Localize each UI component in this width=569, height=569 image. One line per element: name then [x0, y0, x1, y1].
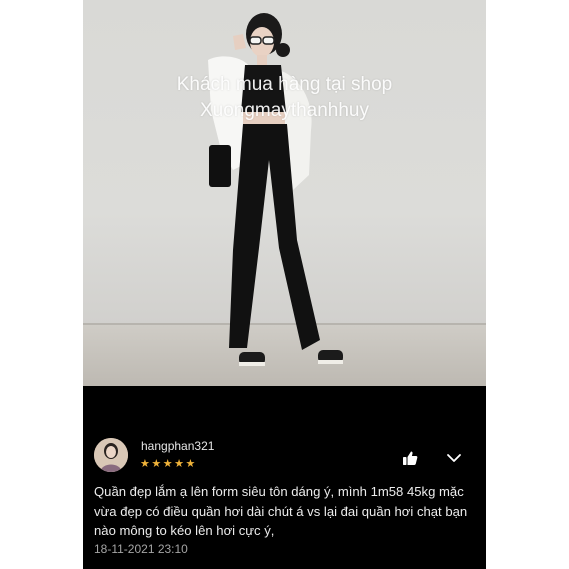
- watermark-line-2: Xuongmaythanhhuy: [199, 100, 369, 121]
- expand-button[interactable]: [445, 450, 463, 466]
- review-section: hangphan321 ★★★★★ Quần đẹp lắm ạ lên for…: [83, 386, 486, 569]
- thumbs-up-icon: [401, 451, 419, 471]
- review-photo[interactable]: Khách mua hàng tại shop Xuongmaythanhhuy: [83, 0, 486, 386]
- review-date: 18-11-2021 23:10: [94, 542, 188, 556]
- model-figure: [208, 13, 343, 366]
- review-card: Khách mua hàng tại shop Xuongmaythanhhuy…: [83, 0, 486, 569]
- reviewer-username[interactable]: hangphan321: [141, 439, 214, 453]
- watermark-line-1: Khách mua hàng tại shop: [176, 74, 393, 95]
- like-button[interactable]: [401, 449, 419, 467]
- review-comment: Quần đẹp lắm ạ lên form siêu tôn dáng ý,…: [94, 484, 468, 538]
- rating-stars: ★★★★★: [140, 458, 197, 470]
- avatar[interactable]: [94, 438, 128, 472]
- chevron-down-icon: [445, 453, 463, 470]
